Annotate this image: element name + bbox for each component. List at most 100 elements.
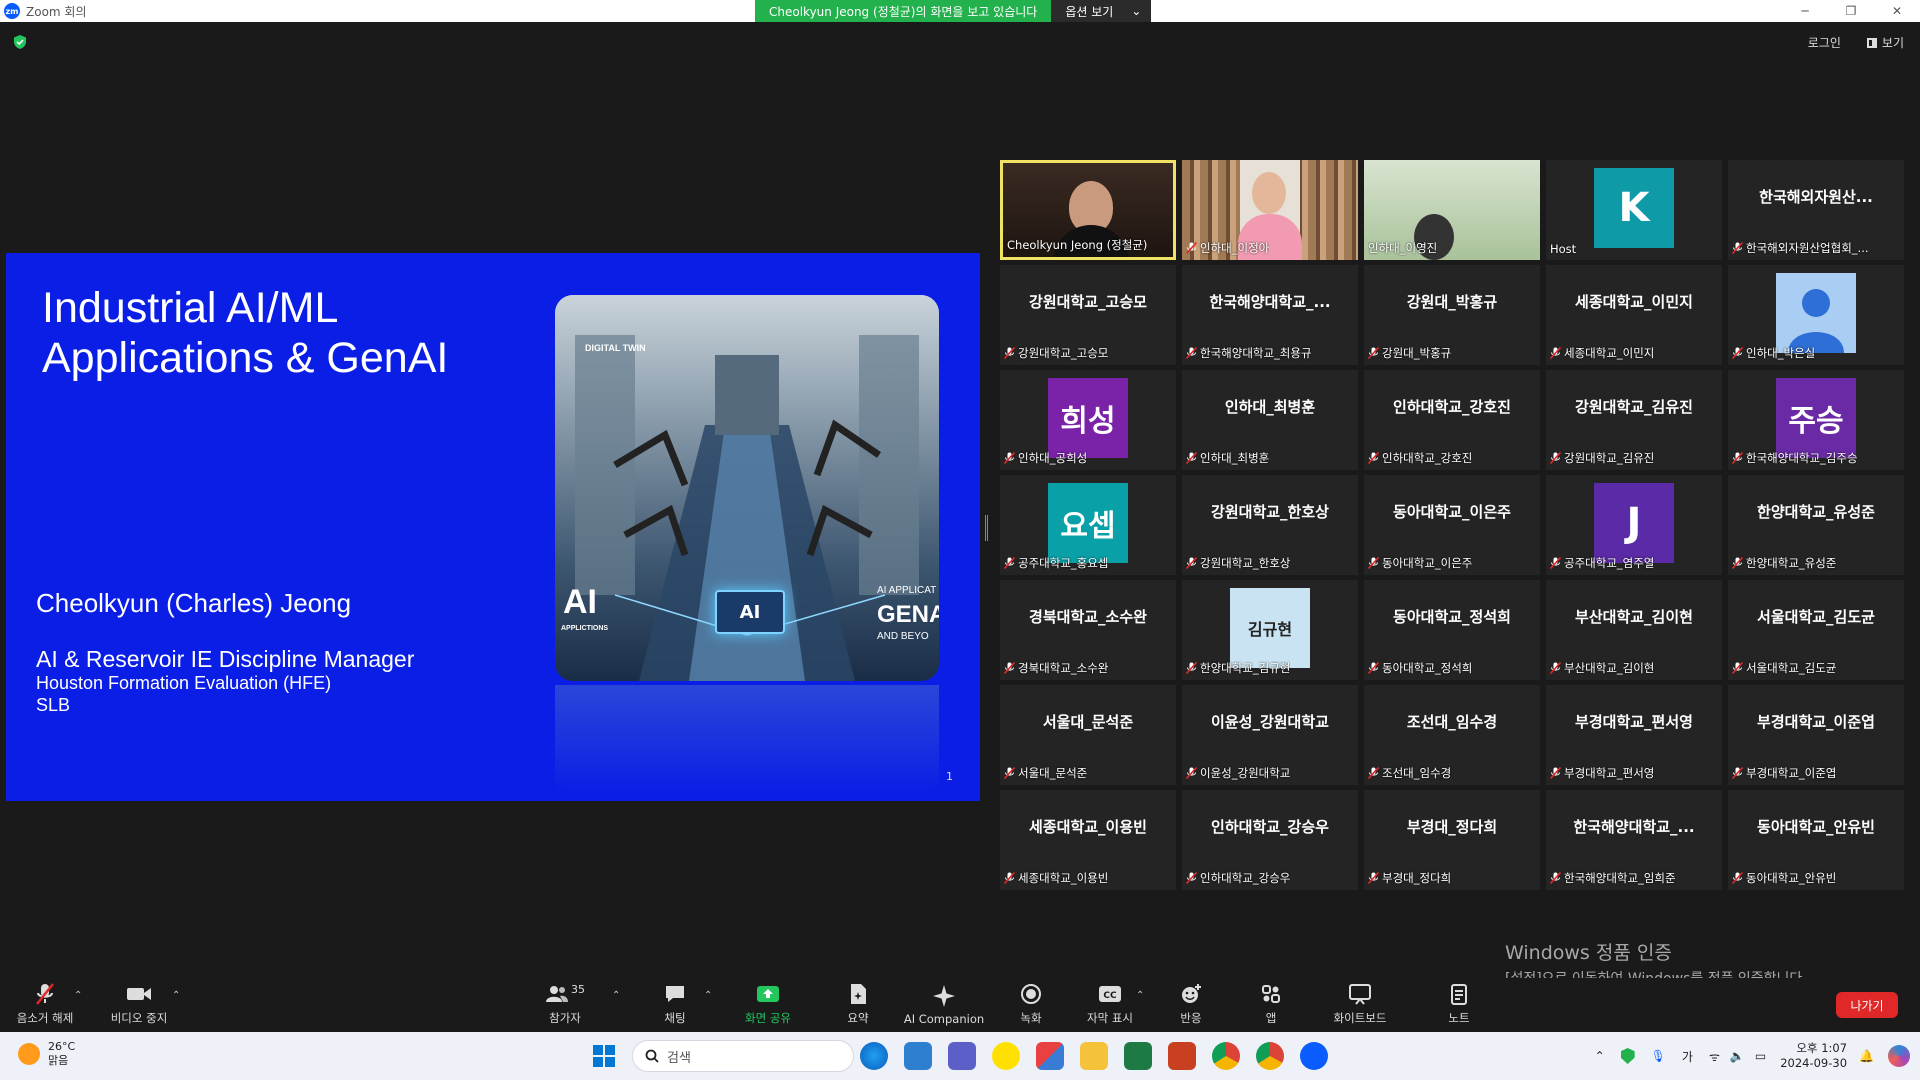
chat-options-caret[interactable]: ⌃ <box>704 990 712 1001</box>
participant-tile[interactable]: 강원대학교_김유진 강원대학교_김유진 <box>1546 370 1722 470</box>
excel-icon[interactable] <box>1124 1042 1152 1070</box>
video-options-caret[interactable]: ⌃ <box>172 990 180 1001</box>
security-shield-icon[interactable] <box>12 34 28 50</box>
share-status-message: Cheolkyun Jeong (정철균)의 화면을 보고 있습니다 <box>755 0 1052 22</box>
split-resize-handle[interactable] <box>985 515 988 541</box>
battery-icon[interactable]: ▭ <box>1755 1049 1766 1063</box>
copilot-icon[interactable] <box>1888 1045 1910 1067</box>
participant-tile[interactable]: 강원대_박홍규 강원대_박홍규 <box>1364 265 1540 365</box>
chrome-profile-icon[interactable] <box>1256 1042 1284 1070</box>
maximize-button[interactable]: ❐ <box>1828 0 1874 22</box>
teams-icon[interactable] <box>948 1042 976 1070</box>
participant-tile[interactable]: 부경대_정다희 부경대_정다희 <box>1364 790 1540 890</box>
file-explorer-icon[interactable] <box>1080 1042 1108 1070</box>
chat-button[interactable]: 채팅 <box>658 978 692 1032</box>
muted-mic-icon <box>1550 346 1562 360</box>
audio-options-caret[interactable]: ⌃ <box>74 990 82 1001</box>
captions-options-caret[interactable]: ⌃ <box>1136 990 1144 1001</box>
participant-tile[interactable]: 부산대학교_김이현 부산대학교_김이현 <box>1546 580 1722 680</box>
leave-button[interactable]: 나가기 <box>1836 992 1898 1018</box>
view-options-button[interactable]: 옵션 보기 ⌄ <box>1051 0 1152 22</box>
participant-tile[interactable]: 김규현 한양대학교_김규현 <box>1182 580 1358 680</box>
chrome-icon[interactable] <box>1212 1042 1240 1070</box>
taskbar-search-box[interactable]: 검색 <box>632 1040 854 1072</box>
presenter-name: Cheolkyun (Charles) Jeong <box>36 588 352 618</box>
participant-tile[interactable]: 서울대학교_김도균 서울대학교_김도균 <box>1728 580 1904 680</box>
whiteboard-button[interactable]: 화이트보드 <box>1328 978 1392 1032</box>
participant-tile[interactable]: 인하대학교_강호진 인하대학교_강호진 <box>1364 370 1540 470</box>
weather-description: 맑음 <box>48 1054 69 1067</box>
zoom-taskbar-icon[interactable] <box>1300 1042 1328 1070</box>
stop-video-button[interactable]: 비디오 중지 <box>104 978 174 1032</box>
participant-tile[interactable]: 인하대_최병훈 인하대_최병훈 <box>1182 370 1358 470</box>
participant-tile[interactable]: 이윤성_강원대학교 이윤성_강원대학교 <box>1182 685 1358 785</box>
participant-tile[interactable]: 인하대_박은실 <box>1728 265 1904 365</box>
participant-tile[interactable]: 조선대_임수경 조선대_임수경 <box>1364 685 1540 785</box>
participant-tile[interactable]: 경북대학교_소수완 경북대학교_소수완 <box>1000 580 1176 680</box>
participant-display-name: 인하대학교_강호진 <box>1393 397 1511 416</box>
summary-button[interactable]: 요약 <box>844 978 872 1032</box>
participant-tile[interactable]: 동아대학교_안유빈 동아대학교_안유빈 <box>1728 790 1904 890</box>
participant-tile[interactable]: J 공주대학교_염주열 <box>1546 475 1722 575</box>
participant-name-text: 동아대학교_이은주 <box>1382 556 1473 570</box>
muted-mic-icon <box>1186 451 1198 465</box>
participant-tile[interactable]: 한국해외자원산... 한국해외자원산업협회_... <box>1728 160 1904 260</box>
ime-indicator[interactable]: 가 <box>1682 1048 1693 1065</box>
ai-big-label: AI <box>563 583 597 621</box>
close-button[interactable]: ✕ <box>1874 0 1920 22</box>
store-app-icon[interactable] <box>904 1042 932 1070</box>
participant-tile[interactable]: 동아대학교_이은주 동아대학교_이은주 <box>1364 475 1540 575</box>
participant-tile[interactable]: 인하대학교_강승우 인하대학교_강승우 <box>1182 790 1358 890</box>
unmute-button[interactable]: 음소거 해제 <box>12 978 78 1032</box>
defender-shield-icon[interactable] <box>1620 1048 1635 1064</box>
tray-mic-icon[interactable]: 🎙 <box>1651 1049 1666 1063</box>
participant-tile[interactable]: 주승 한국해양대학교_김주승 <box>1728 370 1904 470</box>
apps-button[interactable]: 앱 <box>1258 978 1284 1032</box>
snipping-tool-icon[interactable] <box>1036 1042 1064 1070</box>
participant-tile[interactable]: 한양대학교_유성준 한양대학교_유성준 <box>1728 475 1904 575</box>
participant-name-label: 공주대학교_염주열 <box>1550 555 1654 571</box>
summary-label: 요약 <box>847 1011 869 1025</box>
speaker-icon[interactable]: 🔈 <box>1730 1049 1745 1063</box>
participant-name-label: 인하대_이정아 <box>1186 240 1269 256</box>
participant-tile[interactable]: 세종대학교_이민지 세종대학교_이민지 <box>1546 265 1722 365</box>
wifi-icon[interactable]: ᯤ <box>1709 1048 1720 1065</box>
participant-tile[interactable]: 서울대_문석준 서울대_문석준 <box>1000 685 1176 785</box>
participants-options-caret[interactable]: ⌃ <box>612 990 620 1001</box>
participant-tile[interactable]: K Host <box>1546 160 1722 260</box>
edge-browser-icon[interactable] <box>860 1042 888 1070</box>
participant-name-label: 인하대학교_강호진 <box>1368 450 1472 466</box>
participant-tile[interactable]: Cheolkyun Jeong (정철균) <box>1000 160 1176 260</box>
view-button[interactable]: 보기 <box>1861 32 1910 53</box>
notes-button[interactable]: 노트 <box>1446 978 1472 1032</box>
ai-companion-button[interactable]: AI Companion <box>904 978 984 1032</box>
participant-name-text: 한국해외자원산업협회_... <box>1746 241 1869 255</box>
reactions-button[interactable]: 반응 <box>1178 978 1204 1032</box>
windows-start-icon[interactable] <box>592 1044 616 1068</box>
participant-tile[interactable]: 강원대학교_고승모 강원대학교_고승모 <box>1000 265 1176 365</box>
participant-tile[interactable]: 동아대학교_정석희 동아대학교_정석희 <box>1364 580 1540 680</box>
notification-bell-icon[interactable]: 🔔 <box>1859 1049 1874 1063</box>
participant-tile[interactable]: 한국해양대학교_... 한국해양대학교_최용규 <box>1182 265 1358 365</box>
captions-button[interactable]: CC 자막 표시 <box>1084 978 1136 1032</box>
participant-tile[interactable]: 요셉 공주대학교_홍요셉 <box>1000 475 1176 575</box>
minimize-button[interactable]: ─ <box>1782 0 1828 22</box>
participant-tile[interactable]: 부경대학교_이준엽 부경대학교_이준엽 <box>1728 685 1904 785</box>
participant-tile[interactable]: 인하대_이영진 <box>1364 160 1540 260</box>
participant-tile[interactable]: 희성 인하대_공희성 <box>1000 370 1176 470</box>
participant-tile[interactable]: 인하대_이정아 <box>1182 160 1358 260</box>
powerpoint-icon[interactable] <box>1168 1042 1196 1070</box>
login-button[interactable]: 로그인 <box>1802 32 1847 53</box>
participant-tile[interactable]: 강원대학교_한호상 강원대학교_한호상 <box>1182 475 1358 575</box>
participant-tile[interactable]: 세종대학교_이용빈 세종대학교_이용빈 <box>1000 790 1176 890</box>
taskbar-clock[interactable]: 오후 1:07 2024-09-30 <box>1780 1041 1847 1071</box>
participants-button[interactable]: 35 참가자 <box>545 978 585 1032</box>
muted-mic-icon <box>1004 451 1016 465</box>
participant-tile[interactable]: 부경대학교_편서영 부경대학교_편서영 <box>1546 685 1722 785</box>
weather-widget[interactable]: 26°C 맑음 <box>18 1040 75 1068</box>
kakaotalk-icon[interactable] <box>992 1042 1020 1070</box>
record-button[interactable]: 녹화 <box>1018 978 1044 1032</box>
participant-tile[interactable]: 한국해양대학교_... 한국해양대학교_임희준 <box>1546 790 1722 890</box>
tray-overflow-chevron-icon[interactable]: ⌃ <box>1595 1049 1605 1063</box>
share-screen-button[interactable]: 화면 공유 <box>740 978 796 1032</box>
